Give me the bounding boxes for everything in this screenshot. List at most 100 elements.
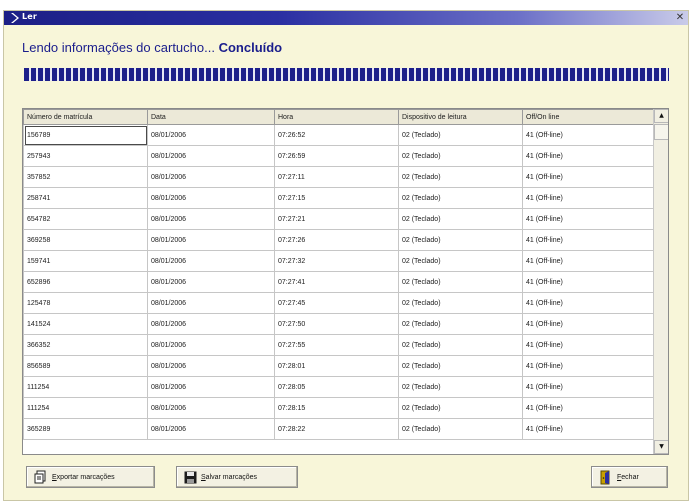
table-cell[interactable]: 02 (Teclado) [398,376,523,398]
table-cell[interactable]: 07:27:45 [274,292,399,314]
table-cell[interactable]: 02 (Teclado) [398,229,523,251]
table-cell[interactable]: 08/01/2006 [147,313,275,335]
table-row[interactable]: 159741 08/01/2006 07:27:32 02 (Teclado) 41 (… [23,250,656,272]
table-cell[interactable]: 08/01/2006 [147,292,275,314]
table-row[interactable]: 856589 08/01/2006 07:28:01 02 (Teclado) 41 (… [23,355,656,377]
table-cell[interactable]: 856589 [23,355,148,377]
table-cell[interactable]: 08/01/2006 [147,166,275,188]
table-cell[interactable]: 257943 [23,145,148,167]
table-row[interactable]: 654782 08/01/2006 07:27:21 02 (Teclado) 41 (… [23,208,656,230]
table-cell[interactable]: 02 (Teclado) [398,124,523,146]
table-cell[interactable]: 07:27:11 [274,166,399,188]
table-cell[interactable]: 08/01/2006 [147,355,275,377]
table-row[interactable]: 258741 08/01/2006 07:27:15 02 (Teclado) 41 (… [23,187,656,209]
column-header[interactable]: Número de matrícula [23,109,148,125]
table-cell[interactable]: 156789 [23,124,148,146]
table-cell[interactable]: 08/01/2006 [147,145,275,167]
table-cell[interactable]: 41 (Off-line) [522,124,656,146]
table-row[interactable]: 365289 08/01/2006 07:28:22 02 (Teclado) 41 (… [23,418,656,440]
table-cell[interactable]: 02 (Teclado) [398,250,523,272]
table-row[interactable]: 369258 08/01/2006 07:27:26 02 (Teclado) 41 (… [23,229,656,251]
table-cell[interactable]: 08/01/2006 [147,334,275,356]
table-row[interactable]: 652896 08/01/2006 07:27:41 02 (Teclado) 41 (… [23,271,656,293]
table-cell[interactable]: 654782 [23,208,148,230]
table-cell[interactable]: 07:27:21 [274,208,399,230]
scroll-up-icon[interactable]: ▲ [654,109,668,123]
table-cell[interactable]: 02 (Teclado) [398,208,523,230]
table-cell[interactable]: 07:28:15 [274,397,399,419]
export-button[interactable]: Exportar marcações [26,466,155,488]
table-cell[interactable]: 08/01/2006 [147,124,275,146]
table-cell[interactable]: 08/01/2006 [147,397,275,419]
table-cell[interactable]: 41 (Off-line) [522,250,656,272]
table-cell[interactable]: 08/01/2006 [147,229,275,251]
table-row[interactable]: 357852 08/01/2006 07:27:11 02 (Teclado) 41 (… [23,166,656,188]
scroll-thumb[interactable] [654,124,668,140]
table-cell[interactable]: 02 (Teclado) [398,187,523,209]
table-cell[interactable]: 07:27:50 [274,313,399,335]
table-cell[interactable]: 07:27:26 [274,229,399,251]
table-cell[interactable]: 41 (Off-line) [522,355,656,377]
table-cell[interactable]: 02 (Teclado) [398,313,523,335]
table-cell[interactable]: 141524 [23,313,148,335]
table-cell[interactable]: 41 (Off-line) [522,187,656,209]
table-cell[interactable]: 41 (Off-line) [522,418,656,440]
table-cell[interactable]: 41 (Off-line) [522,376,656,398]
table-cell[interactable]: 357852 [23,166,148,188]
table-cell[interactable]: 652896 [23,271,148,293]
table-cell[interactable]: 369258 [23,229,148,251]
table-cell[interactable]: 07:28:05 [274,376,399,398]
table-cell[interactable]: 365289 [23,418,148,440]
table-cell[interactable]: 02 (Teclado) [398,292,523,314]
table-cell[interactable]: 41 (Off-line) [522,145,656,167]
column-header[interactable]: Off/On line [522,109,656,125]
table-cell[interactable]: 02 (Teclado) [398,145,523,167]
table-row[interactable]: 156789 08/01/2006 07:26:52 02 (Teclado) 41 (… [23,124,656,146]
table-cell[interactable]: 08/01/2006 [147,208,275,230]
table-cell[interactable]: 41 (Off-line) [522,313,656,335]
table-cell[interactable]: 41 (Off-line) [522,334,656,356]
table-cell[interactable]: 02 (Teclado) [398,418,523,440]
titlebar[interactable]: Ler [4,11,688,25]
table-cell[interactable]: 41 (Off-line) [522,166,656,188]
table-row[interactable]: 366352 08/01/2006 07:27:55 02 (Teclado) 41 (… [23,334,656,356]
table-cell[interactable]: 41 (Off-line) [522,292,656,314]
table-cell[interactable]: 07:27:41 [274,271,399,293]
table-cell[interactable]: 07:28:22 [274,418,399,440]
save-button[interactable]: Salvar marcações [176,466,298,488]
table-cell[interactable]: 08/01/2006 [147,250,275,272]
table-cell[interactable]: 41 (Off-line) [522,271,656,293]
table-cell[interactable]: 41 (Off-line) [522,397,656,419]
table-cell[interactable]: 07:27:32 [274,250,399,272]
close-button[interactable]: Fechar [591,466,668,488]
table-cell[interactable]: 08/01/2006 [147,376,275,398]
column-header[interactable]: Dispositivo de leitura [398,109,523,125]
table-cell[interactable]: 07:27:15 [274,187,399,209]
table-cell[interactable]: 366352 [23,334,148,356]
table-cell[interactable]: 07:26:59 [274,145,399,167]
table-row[interactable]: 111254 08/01/2006 07:28:05 02 (Teclado) 41 (… [23,376,656,398]
table-cell[interactable]: 41 (Off-line) [522,229,656,251]
column-header[interactable]: Data [147,109,275,125]
table-cell[interactable]: 41 (Off-line) [522,208,656,230]
table-cell[interactable]: 02 (Teclado) [398,166,523,188]
column-header[interactable]: Hora [274,109,399,125]
close-icon[interactable]: ✕ [674,12,686,24]
table-cell[interactable]: 08/01/2006 [147,271,275,293]
scroll-down-icon[interactable]: ▼ [654,440,668,454]
table-cell[interactable]: 02 (Teclado) [398,355,523,377]
table-cell[interactable]: 125478 [23,292,148,314]
table-row[interactable]: 257943 08/01/2006 07:26:59 02 (Teclado) 41 (… [23,145,656,167]
table-cell[interactable]: 07:27:55 [274,334,399,356]
table-cell[interactable]: 07:26:52 [274,124,399,146]
vertical-scrollbar[interactable]: ▲ ▼ [653,109,668,454]
table-cell[interactable]: 02 (Teclado) [398,397,523,419]
table-cell[interactable]: 08/01/2006 [147,187,275,209]
table-row[interactable]: 111254 08/01/2006 07:28:15 02 (Teclado) 41 (… [23,397,656,419]
table-cell[interactable]: 159741 [23,250,148,272]
table-cell[interactable]: 02 (Teclado) [398,271,523,293]
table-cell[interactable]: 258741 [23,187,148,209]
table-cell[interactable]: 02 (Teclado) [398,334,523,356]
table-cell[interactable]: 07:28:01 [274,355,399,377]
records-grid[interactable]: Número de matrícula Data Hora Dispositiv… [22,108,669,455]
